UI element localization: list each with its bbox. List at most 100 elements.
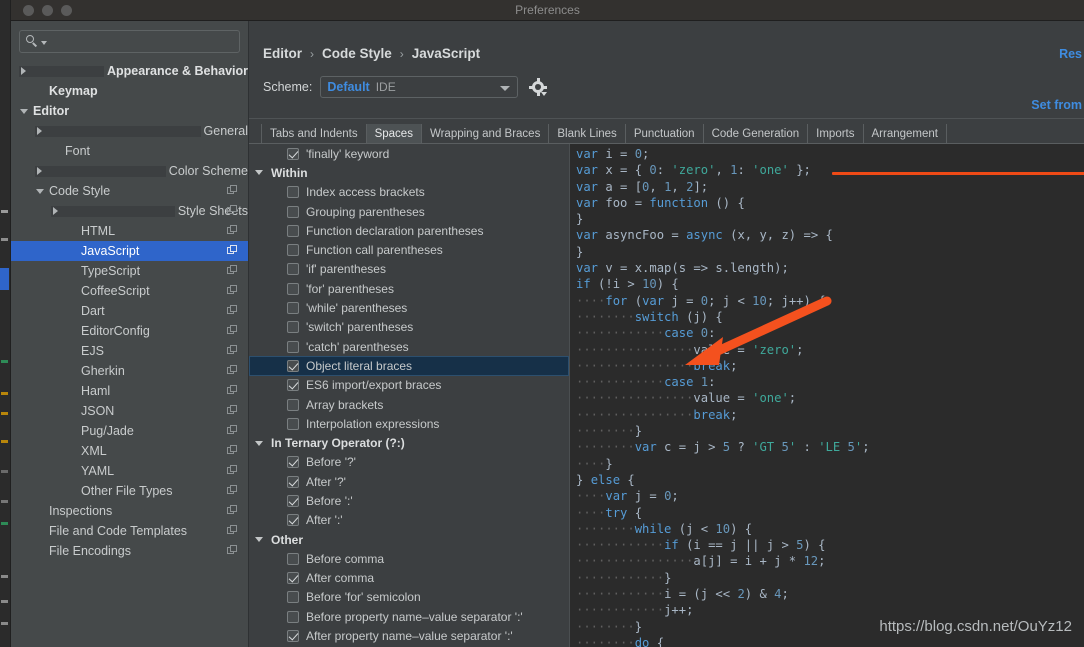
- option-finally-keyword[interactable]: 'finally' keyword: [249, 144, 569, 163]
- checkbox-es6-import-export-braces[interactable]: [287, 379, 299, 392]
- reset-link[interactable]: Res: [1059, 47, 1082, 61]
- copy-scheme-icon[interactable]: [227, 445, 238, 456]
- chevron-down-icon[interactable]: [35, 186, 46, 197]
- tab-tabs-and-indents[interactable]: Tabs and Indents: [261, 124, 367, 143]
- sidebar-item-typescript[interactable]: TypeScript: [11, 261, 248, 281]
- sidebar-item-coffeescript[interactable]: CoffeeScript: [11, 281, 248, 301]
- checkbox-after[interactable]: [287, 475, 299, 488]
- tab-spaces[interactable]: Spaces: [366, 124, 422, 143]
- breadcrumb-item-javascript[interactable]: JavaScript: [412, 46, 480, 61]
- checkbox-before-comma[interactable]: [287, 552, 299, 565]
- sidebar-item-json[interactable]: JSON: [11, 401, 248, 421]
- chevron-down-icon[interactable]: [255, 438, 265, 448]
- copy-scheme-icon[interactable]: [227, 285, 238, 296]
- spaces-options-list[interactable]: 'finally' keyword Within Index access brac…: [249, 144, 569, 647]
- chevron-down-icon[interactable]: [500, 86, 511, 91]
- sidebar-item-color-scheme[interactable]: Color Scheme: [11, 161, 248, 181]
- breadcrumb-item-code-style[interactable]: Code Style: [322, 46, 392, 61]
- tab-wrapping-and-braces[interactable]: Wrapping and Braces: [422, 124, 550, 143]
- sidebar-item-keymap[interactable]: Keymap: [11, 81, 248, 101]
- option-function-call-parentheses[interactable]: Function call parentheses: [249, 240, 569, 259]
- sidebar-item-javascript[interactable]: JavaScript: [11, 241, 248, 261]
- search-input[interactable]: [47, 34, 233, 49]
- checkbox-catch-parentheses[interactable]: [287, 340, 299, 353]
- option-after-comma[interactable]: After comma: [249, 569, 569, 588]
- chevron-right-icon[interactable]: [35, 165, 166, 177]
- checkbox-finally-keyword[interactable]: [287, 147, 299, 160]
- sidebar-item-font[interactable]: Font: [11, 141, 248, 161]
- option-switch-parentheses[interactable]: 'switch' parentheses: [249, 318, 569, 337]
- option-before-property-name-value-separator[interactable]: Before property name–value separator ':': [249, 607, 569, 626]
- checkbox-array-brackets[interactable]: [287, 398, 299, 411]
- option-catch-parentheses[interactable]: 'catch' parentheses: [249, 337, 569, 356]
- copy-scheme-icon[interactable]: [227, 305, 238, 316]
- chevron-right-icon[interactable]: [35, 125, 201, 137]
- scheme-select[interactable]: Default IDE: [320, 76, 519, 98]
- checkbox-interpolation-expressions[interactable]: [287, 417, 299, 430]
- copy-scheme-icon[interactable]: [227, 345, 238, 356]
- option-group-in-ternary-operator[interactable]: In Ternary Operator (?:): [249, 433, 569, 452]
- checkbox-before[interactable]: [287, 494, 299, 507]
- sidebar-item-appearance-behavior[interactable]: Appearance & Behavior: [11, 61, 248, 81]
- copy-scheme-icon[interactable]: [227, 265, 238, 276]
- copy-scheme-icon[interactable]: [227, 225, 238, 236]
- sidebar-item-editorconfig[interactable]: EditorConfig: [11, 321, 248, 341]
- copy-scheme-icon[interactable]: [227, 425, 238, 436]
- sidebar-item-yaml[interactable]: YAML: [11, 461, 248, 481]
- checkbox-after[interactable]: [287, 514, 299, 527]
- sidebar-item-editor[interactable]: Editor: [11, 101, 248, 121]
- sidebar-item-inspections[interactable]: Inspections: [11, 501, 248, 521]
- sidebar-item-haml[interactable]: Haml: [11, 381, 248, 401]
- copy-scheme-icon[interactable]: [227, 385, 238, 396]
- sidebar-item-file-and-code-templates[interactable]: File and Code Templates: [11, 521, 248, 541]
- copy-scheme-icon[interactable]: [227, 245, 238, 256]
- copy-scheme-icon[interactable]: [227, 525, 238, 536]
- option-interpolation-expressions[interactable]: Interpolation expressions: [249, 414, 569, 433]
- checkbox-before-property-name-value-separator[interactable]: [287, 610, 299, 623]
- tab-blank-lines[interactable]: Blank Lines: [549, 124, 626, 143]
- option-index-access-brackets[interactable]: Index access brackets: [249, 183, 569, 202]
- copy-scheme-icon[interactable]: [227, 185, 238, 196]
- checkbox-for-parentheses[interactable]: [287, 282, 299, 295]
- tab-code-generation[interactable]: Code Generation: [704, 124, 809, 143]
- sidebar-item-html[interactable]: HTML: [11, 221, 248, 241]
- sidebar-item-gherkin[interactable]: Gherkin: [11, 361, 248, 381]
- checkbox-while-parentheses[interactable]: [287, 302, 299, 315]
- copy-scheme-icon[interactable]: [227, 205, 238, 216]
- copy-scheme-icon[interactable]: [227, 545, 238, 556]
- option-object-literal-braces[interactable]: Object literal braces: [249, 356, 569, 376]
- option-es6-import-export-braces[interactable]: ES6 import/export braces: [249, 376, 569, 395]
- gear-icon[interactable]: [529, 78, 548, 96]
- checkbox-if-parentheses[interactable]: [287, 263, 299, 276]
- sidebar-item-other-file-types[interactable]: Other File Types: [11, 481, 248, 501]
- option-function-declaration-parentheses[interactable]: Function declaration parentheses: [249, 221, 569, 240]
- sidebar-item-code-style[interactable]: Code Style: [11, 181, 248, 201]
- sidebar-item-ejs[interactable]: EJS: [11, 341, 248, 361]
- tab-punctuation[interactable]: Punctuation: [626, 124, 704, 143]
- checkbox-after-comma[interactable]: [287, 572, 299, 585]
- checkbox-switch-parentheses[interactable]: [287, 321, 299, 334]
- option-before[interactable]: Before '?': [249, 453, 569, 472]
- checkbox-after-property-name-value-separator[interactable]: [287, 630, 299, 643]
- sidebar-item-style-sheets[interactable]: Style Sheets: [11, 201, 248, 221]
- sidebar-item-xml[interactable]: XML: [11, 441, 248, 461]
- sidebar-item-pug-jade[interactable]: Pug/Jade: [11, 421, 248, 441]
- checkbox-index-access-brackets[interactable]: [287, 186, 299, 199]
- tab-imports[interactable]: Imports: [808, 124, 864, 143]
- copy-scheme-icon[interactable]: [227, 365, 238, 376]
- option-after[interactable]: After ':': [249, 511, 569, 530]
- option-before[interactable]: Before ':': [249, 491, 569, 510]
- checkbox-function-call-parentheses[interactable]: [287, 244, 299, 257]
- checkbox-before[interactable]: [287, 456, 299, 469]
- set-from-link[interactable]: Set from: [1031, 98, 1082, 112]
- option-for-parentheses[interactable]: 'for' parentheses: [249, 279, 569, 298]
- checkbox-before-for-semicolon[interactable]: [287, 591, 299, 604]
- chevron-right-icon[interactable]: [51, 205, 175, 217]
- chevron-right-icon[interactable]: [19, 65, 104, 77]
- option-after[interactable]: After '?': [249, 472, 569, 491]
- option-before-for-semicolon[interactable]: Before 'for' semicolon: [249, 588, 569, 607]
- option-group-within[interactable]: Within: [249, 163, 569, 182]
- option-grouping-parentheses[interactable]: Grouping parentheses: [249, 202, 569, 221]
- tab-arrangement[interactable]: Arrangement: [864, 124, 947, 143]
- chevron-down-icon[interactable]: [255, 168, 265, 178]
